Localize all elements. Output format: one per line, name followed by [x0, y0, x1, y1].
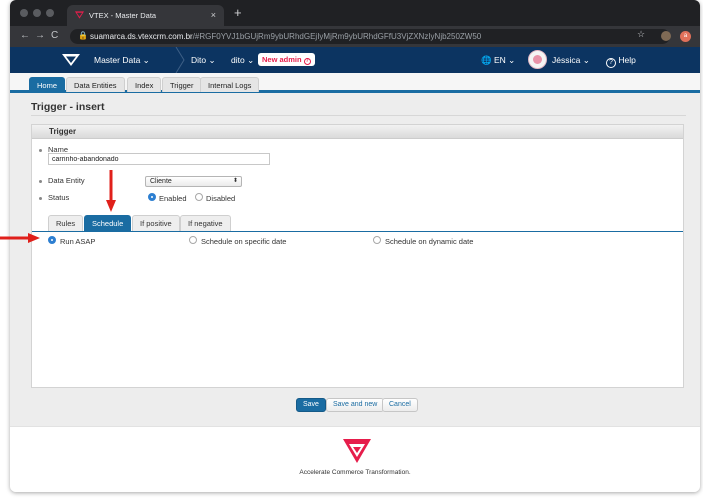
app-navigation: Home Data Entities Index Trigger Interna… — [10, 73, 700, 93]
close-window-icon[interactable] — [20, 9, 28, 17]
new-admin-badge[interactable]: New admin? — [258, 53, 315, 66]
help-label: Help — [618, 55, 636, 65]
new-tab-icon[interactable]: + — [234, 5, 242, 21]
subtabs-divider — [32, 231, 683, 232]
specific-date-label[interactable]: Schedule on specific date — [201, 237, 286, 246]
specific-date-radio[interactable] — [189, 236, 197, 244]
select-arrows-icon: ⬍ — [232, 178, 238, 184]
annotation-arrow-right-icon — [0, 233, 40, 243]
nav-tab-index[interactable]: Index — [127, 77, 162, 92]
profile-avatar[interactable]: a — [680, 31, 691, 42]
name-input[interactable] — [48, 153, 270, 165]
save-and-new-button[interactable]: Save and new — [326, 398, 385, 412]
nav-tab-data-entities[interactable]: Data Entities — [66, 77, 125, 92]
field-bullet-icon — [39, 180, 42, 183]
vtex-footer-logo-icon — [343, 439, 371, 463]
help-icon: ? — [606, 58, 616, 68]
minimize-window-icon[interactable] — [33, 9, 41, 17]
trigger-panel: Trigger Name Data Entity Cliente ⬍ Statu… — [31, 124, 684, 388]
subtab-schedule[interactable]: Schedule — [84, 215, 132, 231]
nav-tab-home[interactable]: Home — [29, 77, 66, 92]
dynamic-date-radio[interactable] — [373, 236, 381, 244]
subtab-if-negative[interactable]: If negative — [180, 215, 231, 231]
cancel-button[interactable]: Cancel — [382, 398, 418, 412]
lock-icon: 🔒 — [78, 31, 88, 40]
browser-toolbar: ← → C 🔒 suamarca.ds.vtexcrm.com.br/#RGF0… — [10, 26, 700, 47]
close-tab-icon[interactable]: × — [211, 5, 216, 26]
language-switcher[interactable]: 🌐 EN ⌄ — [481, 47, 515, 73]
footer-tagline: Accelerate Commerce Transformation. — [299, 469, 411, 476]
url-host: suamarca.ds.vtexcrm.com.br — [90, 32, 193, 41]
field-bullet-icon — [39, 149, 42, 152]
account-switcher[interactable]: dito ⌄ — [231, 47, 254, 73]
user-avatar[interactable] — [528, 50, 547, 69]
store-switcher[interactable]: Dito ⌄ — [191, 47, 216, 73]
panel-title: Trigger — [32, 125, 683, 139]
title-divider — [31, 115, 686, 116]
vtex-favicon-icon — [75, 11, 84, 19]
nav-tab-internal-logs[interactable]: Internal Logs — [200, 77, 260, 92]
globe-icon: 🌐 — [481, 55, 492, 65]
maximize-window-icon[interactable] — [46, 9, 54, 17]
page-footer: Accelerate Commerce Transformation. — [10, 426, 700, 492]
dynamic-date-label[interactable]: Schedule on dynamic date — [385, 237, 473, 246]
help-link[interactable]: ? Help — [606, 47, 636, 73]
data-entity-select[interactable]: Cliente ⬍ — [145, 176, 242, 187]
status-disabled-label[interactable]: Disabled — [206, 194, 235, 203]
status-enabled-label[interactable]: Enabled — [159, 194, 187, 203]
annotation-arrow-down-icon — [106, 170, 116, 212]
status-disabled-radio[interactable] — [195, 193, 203, 201]
info-icon: ? — [303, 58, 311, 65]
browser-window: VTEX - Master Data × + ← → C 🔒 suamarca.… — [10, 0, 700, 492]
data-entity-value: Cliente — [150, 178, 172, 185]
status-enabled-radio[interactable] — [148, 193, 156, 201]
field-bullet-icon — [39, 197, 42, 200]
new-admin-label: New admin — [262, 55, 302, 64]
run-asap-radio[interactable] — [48, 236, 56, 244]
vtex-logo-icon[interactable] — [62, 54, 80, 66]
address-bar[interactable]: 🔒 suamarca.ds.vtexcrm.com.br/#RGF0YVJ1bG… — [70, 29, 670, 44]
save-button[interactable]: Save — [296, 398, 326, 412]
reload-icon[interactable]: C — [51, 29, 58, 43]
user-menu[interactable]: Jéssica ⌄ — [552, 47, 590, 73]
back-icon[interactable]: ← — [20, 29, 30, 43]
breadcrumb-separator-icon — [175, 47, 185, 73]
browser-tab-title: VTEX - Master Data — [89, 11, 157, 20]
bookmark-star-icon[interactable]: ☆ — [637, 29, 645, 40]
url-text[interactable]: suamarca.ds.vtexcrm.com.br/#RGF0YVJ1bGUj… — [90, 29, 481, 44]
vtex-topbar: Master Data ⌄ Dito ⌄ dito ⌄ New admin? 🌐… — [10, 47, 700, 73]
status-label: Status — [48, 193, 70, 202]
data-entity-label: Data Entity — [48, 176, 85, 185]
run-asap-label[interactable]: Run ASAP — [60, 237, 95, 246]
url-path: /#RGF0YVJ1bGUjRm9ybURhdGEjIyMjRm9ybURhdG… — [192, 32, 482, 41]
forward-icon[interactable]: → — [35, 29, 45, 43]
nav-tab-trigger[interactable]: Trigger — [162, 77, 202, 92]
browser-tab-strip: VTEX - Master Data × + — [10, 0, 700, 26]
extension-icon[interactable] — [661, 31, 671, 41]
subtab-rules[interactable]: Rules — [48, 215, 84, 231]
app-switcher[interactable]: Master Data ⌄ — [94, 47, 150, 73]
page-title: Trigger - insert — [31, 101, 105, 113]
subtab-if-positive[interactable]: If positive — [132, 215, 180, 231]
browser-tab[interactable]: VTEX - Master Data × — [67, 5, 224, 26]
language-label: EN ⌄ — [493, 55, 516, 65]
